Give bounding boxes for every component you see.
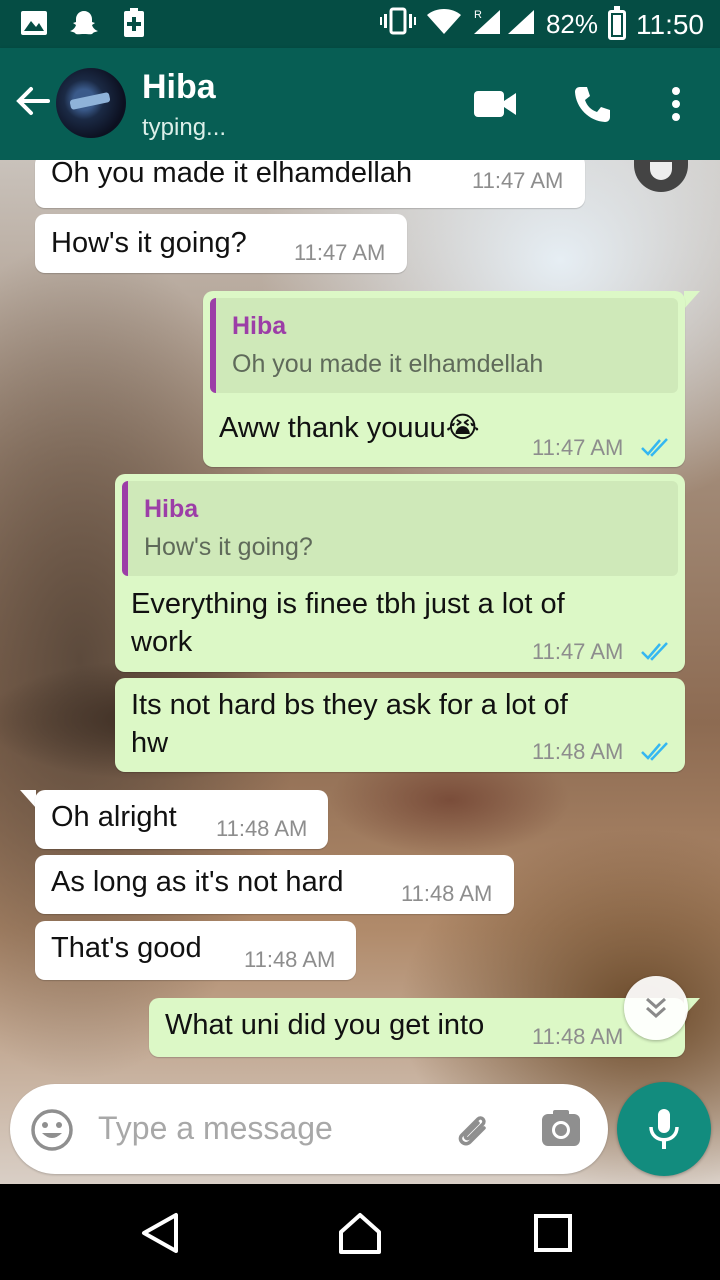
message-input[interactable]: Type a message [98, 1110, 333, 1147]
message-text: How's it going? [51, 227, 247, 259]
contact-status: typing... [142, 114, 227, 141]
message-text: Oh you made it elhamdellah [51, 160, 413, 189]
chat-area[interactable]: Oh you made it elhamdellah 11:47 AM How'… [0, 160, 720, 1184]
message-text-line: Everything is finee tbh just a lot of [131, 588, 565, 620]
message-time: 11:47 AM [472, 168, 564, 193]
bubble-tail [684, 291, 700, 309]
mic-button[interactable] [617, 1082, 711, 1176]
quote-author: Hiba [144, 495, 199, 523]
message-text-line: hw [131, 727, 169, 759]
message-outgoing[interactable]: Hiba Oh you made it elhamdellah Aww than… [203, 291, 685, 467]
scroll-to-bottom-button[interactable] [624, 976, 688, 1040]
vibrate-icon [379, 7, 416, 42]
message-text: That's good [51, 932, 202, 964]
message-outgoing[interactable]: Its not hard bs they ask for a lot of hw… [115, 678, 685, 772]
message-incoming[interactable]: How's it going? 11:47 AM [35, 214, 407, 273]
nav-recents-icon[interactable] [530, 1210, 576, 1256]
message-text-line: work [131, 626, 193, 658]
plus-icon [120, 8, 148, 38]
chat-header: Hiba typing... [0, 48, 720, 160]
message-incoming[interactable]: Oh alright 11:48 AM [35, 790, 328, 849]
battery-icon [608, 5, 626, 40]
quote-text: How's it going? [144, 533, 313, 561]
snapchat-icon [70, 8, 98, 38]
battery-percent: 82% [545, 9, 598, 39]
avatar[interactable] [56, 68, 126, 138]
message-outgoing[interactable]: What uni did you get into 11:48 AM [149, 998, 685, 1057]
nav-back-icon[interactable] [138, 1210, 184, 1256]
chevron-double-down-icon [646, 997, 666, 1019]
message-outgoing[interactable]: Hiba How's it going? Everything is finee… [115, 474, 685, 672]
message-time: 11:48 AM [244, 947, 336, 972]
back-arrow-icon[interactable] [14, 82, 52, 120]
message-time: 11:47 AM [532, 435, 624, 460]
double-check-icon [641, 642, 668, 661]
contact-name[interactable]: Hiba [142, 68, 216, 107]
camera-icon[interactable] [540, 1108, 582, 1150]
message-text-line: Its not hard bs they ask for a lot of [131, 689, 568, 721]
quote-author: Hiba [232, 312, 287, 340]
message-incoming[interactable]: Oh you made it elhamdellah 11:47 AM [35, 160, 585, 208]
gallery-icon [20, 8, 48, 38]
status-bar: R 82% 11:50 [0, 0, 720, 48]
message-incoming[interactable]: That's good 11:48 AM [35, 921, 356, 980]
quoted-message[interactable]: Hiba Oh you made it elhamdellah [210, 298, 678, 393]
message-text: What uni did you get into [165, 1009, 485, 1041]
double-check-icon [641, 742, 668, 761]
signal-icon: R [472, 6, 536, 43]
message-composer[interactable]: Type a message [10, 1084, 608, 1174]
message-time: 11:48 AM [401, 881, 493, 906]
nav-home-icon[interactable] [337, 1210, 383, 1256]
navigation-bar [0, 1184, 720, 1280]
video-call-icon[interactable] [472, 88, 518, 132]
message-text: Oh alright [51, 801, 177, 833]
message-text: As long as it's not hard [51, 866, 344, 898]
phone-icon[interactable] [572, 84, 612, 128]
message-time: 11:47 AM [532, 639, 624, 664]
message-time: 11:48 AM [216, 816, 308, 841]
svg-text:R: R [474, 9, 482, 21]
crying-emoji: 😭 [445, 412, 480, 444]
double-check-icon [641, 438, 668, 457]
overlay-ring [634, 160, 688, 192]
message-incoming[interactable]: As long as it's not hard 11:48 AM [35, 855, 514, 914]
wifi-icon [426, 7, 462, 42]
clock: 11:50 [636, 8, 704, 40]
message-time: 11:47 AM [294, 240, 386, 265]
quote-text: Oh you made it elhamdellah [232, 350, 544, 378]
message-text: Aww thank youuu😭 [219, 412, 480, 444]
attach-icon[interactable] [450, 1106, 496, 1152]
message-time: 11:48 AM [532, 739, 624, 764]
mic-icon [649, 1109, 679, 1149]
quoted-message[interactable]: Hiba How's it going? [122, 481, 678, 576]
bubble-tail [20, 790, 36, 808]
emoji-icon[interactable] [30, 1108, 74, 1152]
more-icon[interactable] [668, 86, 684, 130]
message-time: 11:48 AM [532, 1024, 624, 1049]
